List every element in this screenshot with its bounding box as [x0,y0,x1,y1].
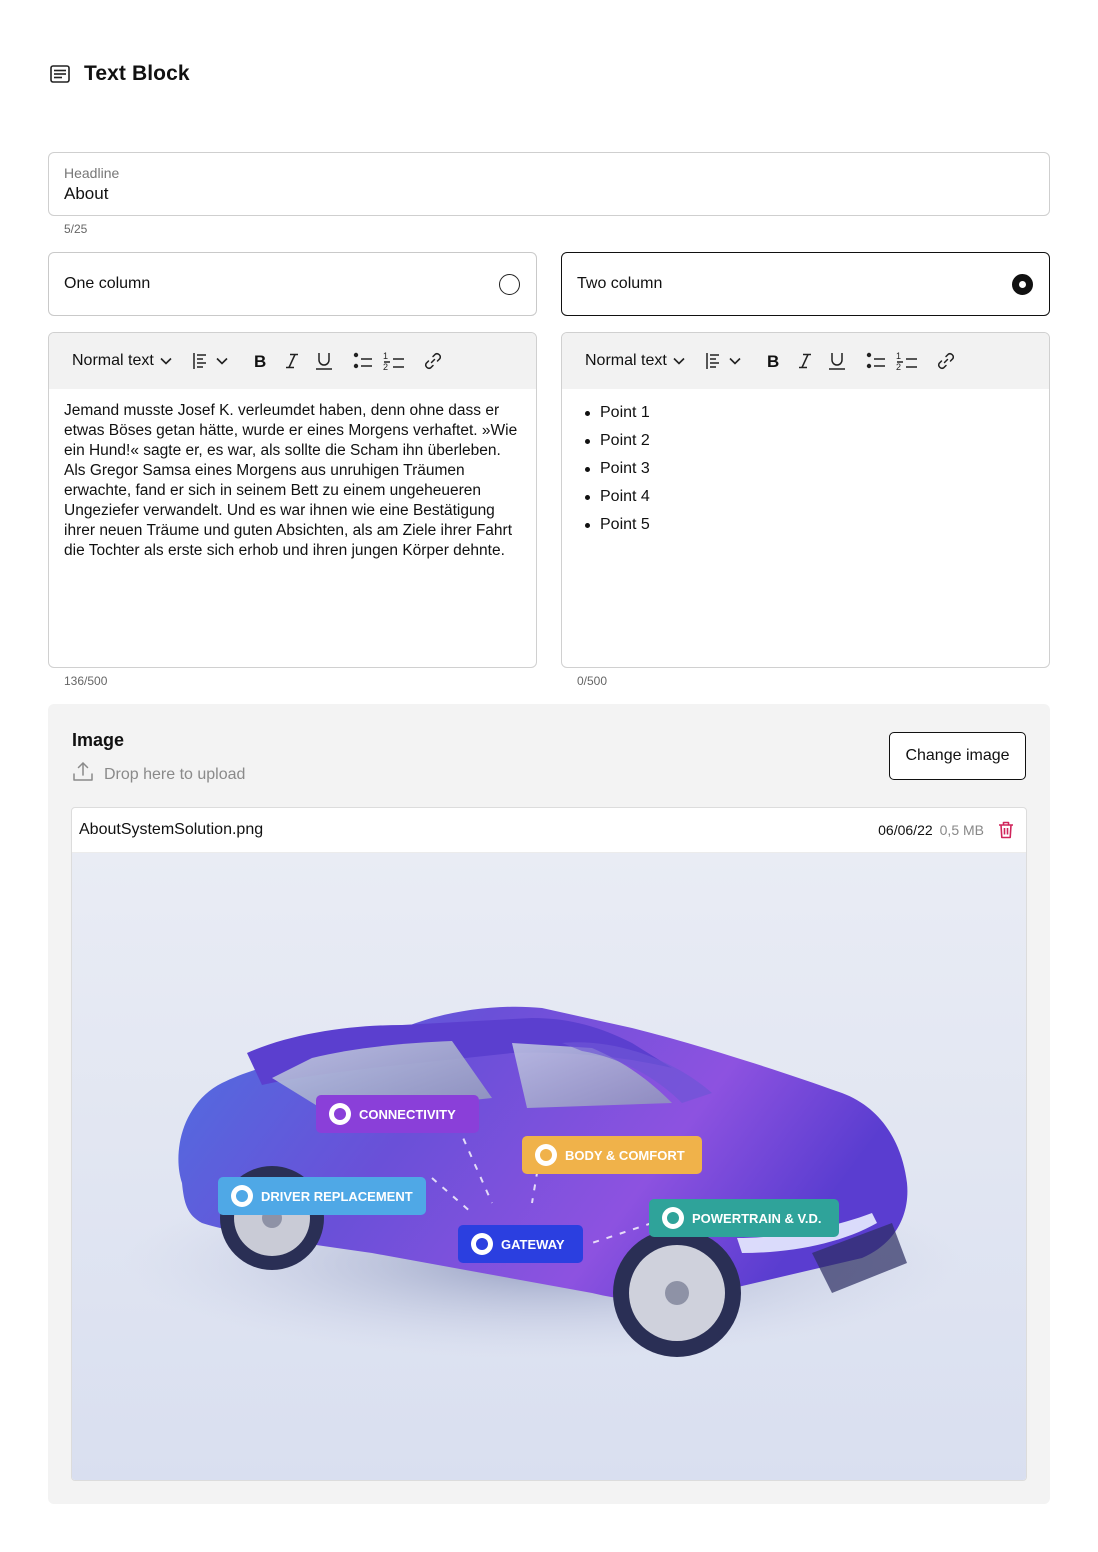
preview-label-connectivity: CONNECTIVITY [316,1095,479,1133]
preview-label-powertrain: POWERTRAIN & V.D. [649,1199,839,1237]
preview-label-gateway: GATEWAY [458,1225,583,1263]
preview-label-driver-replacement: DRIVER REPLACEMENT [218,1177,426,1215]
link-icon[interactable] [936,347,956,375]
svg-text:B: B [767,353,779,369]
drop-zone[interactable]: Drop here to upload [72,761,245,788]
text-format-dropdown[interactable]: Normal text [585,352,685,370]
preview-label-text: CONNECTIVITY [359,1107,456,1122]
bullet-list-icon[interactable] [866,347,886,375]
svg-text:2: 2 [383,362,388,371]
svg-text:1: 1 [383,351,388,361]
file-card: AboutSystemSolution.png 06/06/22 0,5 MB [71,807,1027,1481]
editor-text[interactable]: Jemand musste Josef K. verleumdet haben,… [49,389,536,561]
text-format-label: Normal text [72,352,154,369]
page-header: Text Block [50,62,190,86]
image-heading: Image [72,730,125,750]
italic-icon[interactable] [796,347,814,375]
svg-text:2: 2 [896,362,901,371]
image-upload-panel: Image Drop here to upload Change image A… [48,704,1050,1504]
page-title: Text Block [84,62,190,85]
svg-text:B: B [254,353,266,369]
preview-label-text: GATEWAY [501,1237,565,1252]
list-item: Point 4 [584,483,1049,511]
headline-counter: 5/25 [64,222,88,236]
editor-counter-left: 136/500 [64,674,108,688]
file-name: AboutSystemSolution.png [79,821,264,838]
text-block-icon [50,64,70,84]
headline-field[interactable]: Headline [48,152,1050,216]
rich-text-editor-left[interactable]: Normal text B 12 Jemand musste Josef K. … [48,332,537,668]
list-item: Point 2 [584,427,1049,455]
numbered-list-icon[interactable]: 12 [896,347,918,375]
drop-label: Drop here to upload [104,765,246,783]
align-icon[interactable] [192,347,210,375]
preview-label-text: DRIVER REPLACEMENT [261,1189,413,1204]
editor-counter-right: 0/500 [577,674,608,688]
file-header: AboutSystemSolution.png 06/06/22 0,5 MB [72,808,1026,853]
bold-icon[interactable]: B [251,347,269,375]
italic-icon[interactable] [283,347,301,375]
layout-option-one-column[interactable]: One column [48,252,537,316]
align-icon[interactable] [705,347,723,375]
chevron-down-icon [160,352,172,370]
image-preview: CONNECTIVITY BODY & COMFORT DRIVER REPLA… [72,853,1026,1480]
editor-toolbar: Normal text B 12 [562,333,1049,389]
underline-icon[interactable] [315,347,333,375]
preview-label-body-comfort: BODY & COMFORT [522,1136,702,1174]
preview-label-text: POWERTRAIN & V.D. [692,1211,822,1226]
layout-option-label: Two column [577,275,663,292]
radio-button[interactable] [499,273,520,295]
editor-toolbar: Normal text B 12 [49,333,536,389]
file-size: 0,5 MB [939,822,984,838]
change-image-button[interactable]: Change image [889,732,1026,780]
underline-icon[interactable] [828,347,846,375]
headline-input[interactable] [64,184,1034,204]
bold-icon[interactable]: B [764,347,782,375]
chevron-down-icon [673,352,685,370]
text-format-dropdown[interactable]: Normal text [72,352,172,370]
radio-button-selected[interactable] [1012,273,1033,295]
trash-icon[interactable] [998,821,1014,839]
upload-icon [72,761,94,788]
text-format-label: Normal text [585,352,667,369]
link-icon[interactable] [423,347,443,375]
svg-text:1: 1 [896,351,901,361]
bullet-list[interactable]: Point 1 Point 2 Point 3 Point 4 Point 5 [562,389,1049,539]
headline-label: Headline [64,165,120,181]
numbered-list-icon[interactable]: 12 [383,347,405,375]
layout-option-label: One column [64,275,151,292]
file-date: 06/06/22 [878,822,933,838]
preview-label-text: BODY & COMFORT [565,1148,685,1163]
list-item: Point 3 [584,455,1049,483]
chevron-down-icon[interactable] [216,347,228,375]
rich-text-editor-right[interactable]: Normal text B 12 Point 1 Point 2 Point 3… [561,332,1050,668]
layout-option-two-column[interactable]: Two column [561,252,1050,316]
bullet-list-icon[interactable] [353,347,373,375]
chevron-down-icon[interactable] [729,347,741,375]
list-item: Point 5 [584,511,1049,539]
list-item: Point 1 [584,399,1049,427]
